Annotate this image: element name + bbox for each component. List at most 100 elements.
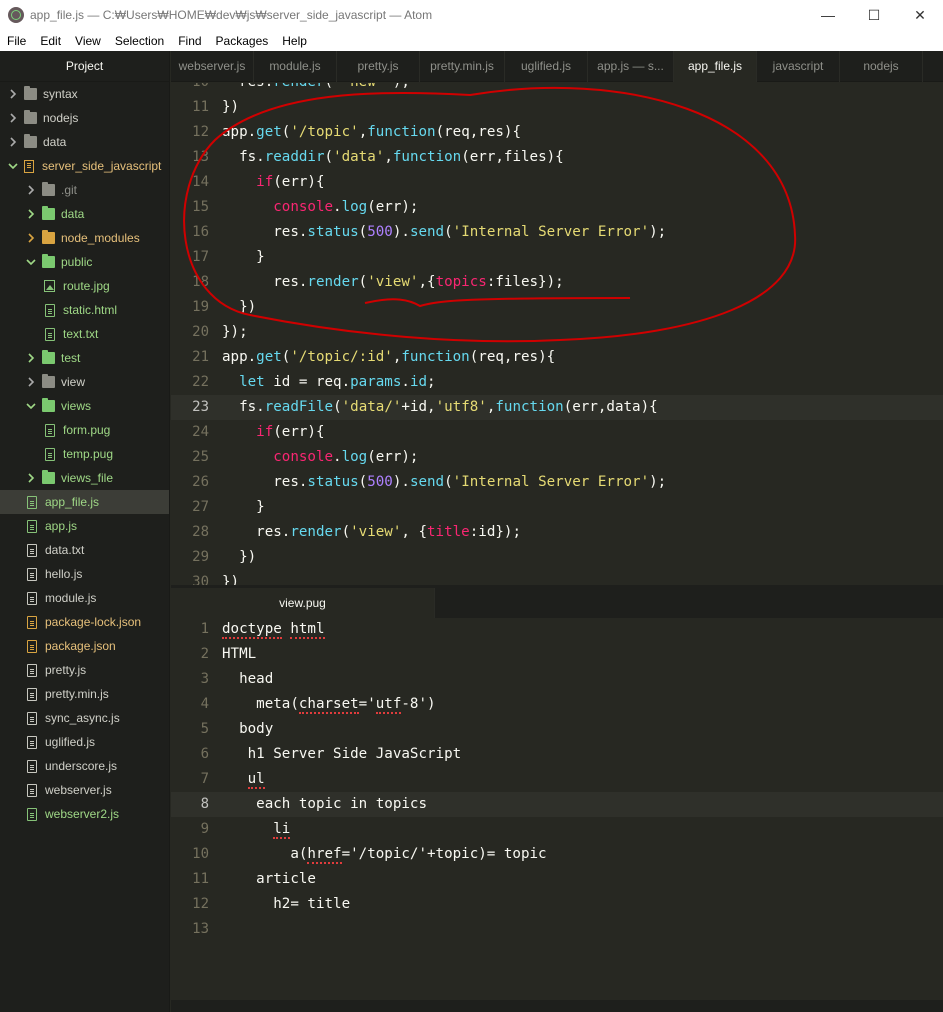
tab-view-pug[interactable]: view.pug (171, 588, 435, 618)
code-editor-view-pug[interactable]: 1 doctype html 2 HTML 3 head 4 meta(charset='… (171, 618, 943, 1000)
file-icon (27, 591, 37, 605)
tree-item-app-file-js[interactable]: app_file.js (0, 490, 169, 514)
tree-item-static-html[interactable]: static.html (0, 298, 169, 322)
code-line[interactable]: 24 if(err){ (171, 420, 943, 445)
code-line[interactable]: 29 }) (171, 545, 943, 570)
tab-app-file-js[interactable]: app_file.js (674, 51, 757, 82)
chevron-right-icon[interactable] (8, 89, 18, 99)
code-line[interactable]: 22 let id = req.params.id; (171, 370, 943, 395)
tree-item-hello-js[interactable]: hello.js (0, 562, 169, 586)
tree-item-module-js[interactable]: module.js (0, 586, 169, 610)
code-line[interactable]: 11}) (171, 95, 943, 120)
code-line[interactable]: 30}) (171, 570, 943, 585)
tree-item-webserver-js[interactable]: webserver.js (0, 778, 169, 802)
menu-selection[interactable]: Selection (108, 34, 171, 48)
chevron-right-icon[interactable] (26, 209, 36, 219)
menu-packages[interactable]: Packages (209, 34, 276, 48)
tree-item-pretty-min-js[interactable]: pretty.min.js (0, 682, 169, 706)
code-line[interactable]: 1 doctype html (171, 618, 943, 642)
chevron-down-icon[interactable] (26, 257, 36, 267)
code-line[interactable]: 20}); (171, 320, 943, 345)
code-line[interactable]: 12 h2= title (171, 892, 943, 917)
code-line[interactable]: 12 app.get('/topic',function(req,res){ (171, 120, 943, 145)
tree-item-data-txt[interactable]: data.txt (0, 538, 169, 562)
chevron-right-icon[interactable] (26, 473, 36, 483)
menu-view[interactable]: View (68, 34, 108, 48)
tab-uglified-js[interactable]: uglified.js (505, 51, 588, 82)
code-line[interactable]: 3 head (171, 667, 943, 692)
tree-item-webserver2-js[interactable]: webserver2.js (0, 802, 169, 826)
tree-item-data[interactable]: data (0, 202, 169, 226)
chevron-down-icon[interactable] (26, 401, 36, 411)
chevron-right-icon[interactable] (26, 377, 36, 387)
tree-item-node-modules[interactable]: node_modules (0, 226, 169, 250)
minimize-button[interactable]: — (805, 0, 851, 30)
code-line[interactable]: 15 console.log(err); (171, 195, 943, 220)
tab-nodejs[interactable]: nodejs (840, 51, 923, 82)
code-line[interactable]: 11 article (171, 867, 943, 892)
code-line[interactable]: 25 console.log(err); (171, 445, 943, 470)
code-line[interactable]: 17 } (171, 245, 943, 270)
tree-item-route-jpg[interactable]: route.jpg (0, 274, 169, 298)
tree-item-server-side-javascript[interactable]: server_side_javascript (0, 154, 169, 178)
tree-item-syntax[interactable]: syntax (0, 82, 169, 106)
tree-item-underscore-js[interactable]: underscore.js (0, 754, 169, 778)
menu-edit[interactable]: Edit (33, 34, 68, 48)
code-line[interactable]: 16 res.status(500).send('Internal Server… (171, 220, 943, 245)
code-line[interactable]: 2 HTML (171, 642, 943, 667)
code-line[interactable]: 28 res.render('view', {title:id}); (171, 520, 943, 545)
tree-item--git[interactable]: .git (0, 178, 169, 202)
tree-item-nodejs[interactable]: nodejs (0, 106, 169, 130)
maximize-button[interactable]: ☐ (851, 0, 897, 30)
tree-item-views[interactable]: views (0, 394, 169, 418)
chevron-right-icon[interactable] (26, 185, 36, 195)
tab-pretty-min-js[interactable]: pretty.min.js (420, 51, 505, 82)
tree-item-test[interactable]: test (0, 346, 169, 370)
tree-item-text-txt[interactable]: text.txt (0, 322, 169, 346)
code-line[interactable]: 14 if(err){ (171, 170, 943, 195)
tree-item-views-file[interactable]: views_file (0, 466, 169, 490)
tree-item-pretty-js[interactable]: pretty.js (0, 658, 169, 682)
chevron-right-icon[interactable] (26, 353, 36, 363)
menu-help[interactable]: Help (275, 34, 314, 48)
tree-item-view[interactable]: view (0, 370, 169, 394)
code-line[interactable]: 7 ul (171, 767, 943, 792)
tree-item-public[interactable]: public (0, 250, 169, 274)
code-line[interactable]: 23 fs.readFile('data/'+id,'utf8',functio… (171, 395, 943, 420)
close-button[interactable]: ✕ (897, 0, 943, 30)
chevron-right-icon[interactable] (8, 113, 18, 123)
menu-file[interactable]: File (0, 34, 33, 48)
tree-item-sync-async-js[interactable]: sync_async.js (0, 706, 169, 730)
menu-find[interactable]: Find (171, 34, 208, 48)
tree-item-package-lock-json[interactable]: package-lock.json (0, 610, 169, 634)
tab-javascript[interactable]: javascript (757, 51, 840, 82)
tab-app-js-s[interactable]: app.js — s... (588, 51, 674, 82)
tree-item-app-js[interactable]: app.js (0, 514, 169, 538)
code-line[interactable]: 5 body (171, 717, 943, 742)
tree-item-uglified-js[interactable]: uglified.js (0, 730, 169, 754)
tab-webserver-js[interactable]: webserver.js (171, 51, 254, 82)
code-line[interactable]: 6 h1 Server Side JavaScript (171, 742, 943, 767)
code-line[interactable]: 18 res.render('view',{topics:files}); (171, 270, 943, 295)
tab-module-js[interactable]: module.js (254, 51, 337, 82)
tree-item-data[interactable]: data (0, 130, 169, 154)
tree-item-package-json[interactable]: package.json (0, 634, 169, 658)
code-line[interactable]: 27 } (171, 495, 943, 520)
chevron-right-icon[interactable] (26, 233, 36, 243)
chevron-down-icon[interactable] (8, 161, 18, 171)
code-line[interactable]: 10 a(href='/topic/'+topic)= topic (171, 842, 943, 867)
code-line[interactable]: 4 meta(charset='utf-8') (171, 692, 943, 717)
code-line[interactable]: 8 each topic in topics (171, 792, 943, 817)
code-line[interactable]: 9 li (171, 817, 943, 842)
code-line[interactable]: 26 res.status(500).send('Internal Server… (171, 470, 943, 495)
tab-pretty-js[interactable]: pretty.js (337, 51, 420, 82)
code-line[interactable]: 13 (171, 917, 943, 942)
code-line[interactable]: 21 app.get('/topic/:id',function(req,res)… (171, 345, 943, 370)
code-editor-app-file[interactable]: 10 res.render( 'new' );11})12app.get('/t… (171, 83, 943, 585)
code-line[interactable]: 19 }) (171, 295, 943, 320)
tree-item-form-pug[interactable]: form.pug (0, 418, 169, 442)
code-line[interactable]: 10 res.render( 'new' ); (171, 83, 943, 95)
code-line[interactable]: 13 fs.readdir('data',function(err,files)… (171, 145, 943, 170)
tree-item-temp-pug[interactable]: temp.pug (0, 442, 169, 466)
chevron-right-icon[interactable] (8, 137, 18, 147)
